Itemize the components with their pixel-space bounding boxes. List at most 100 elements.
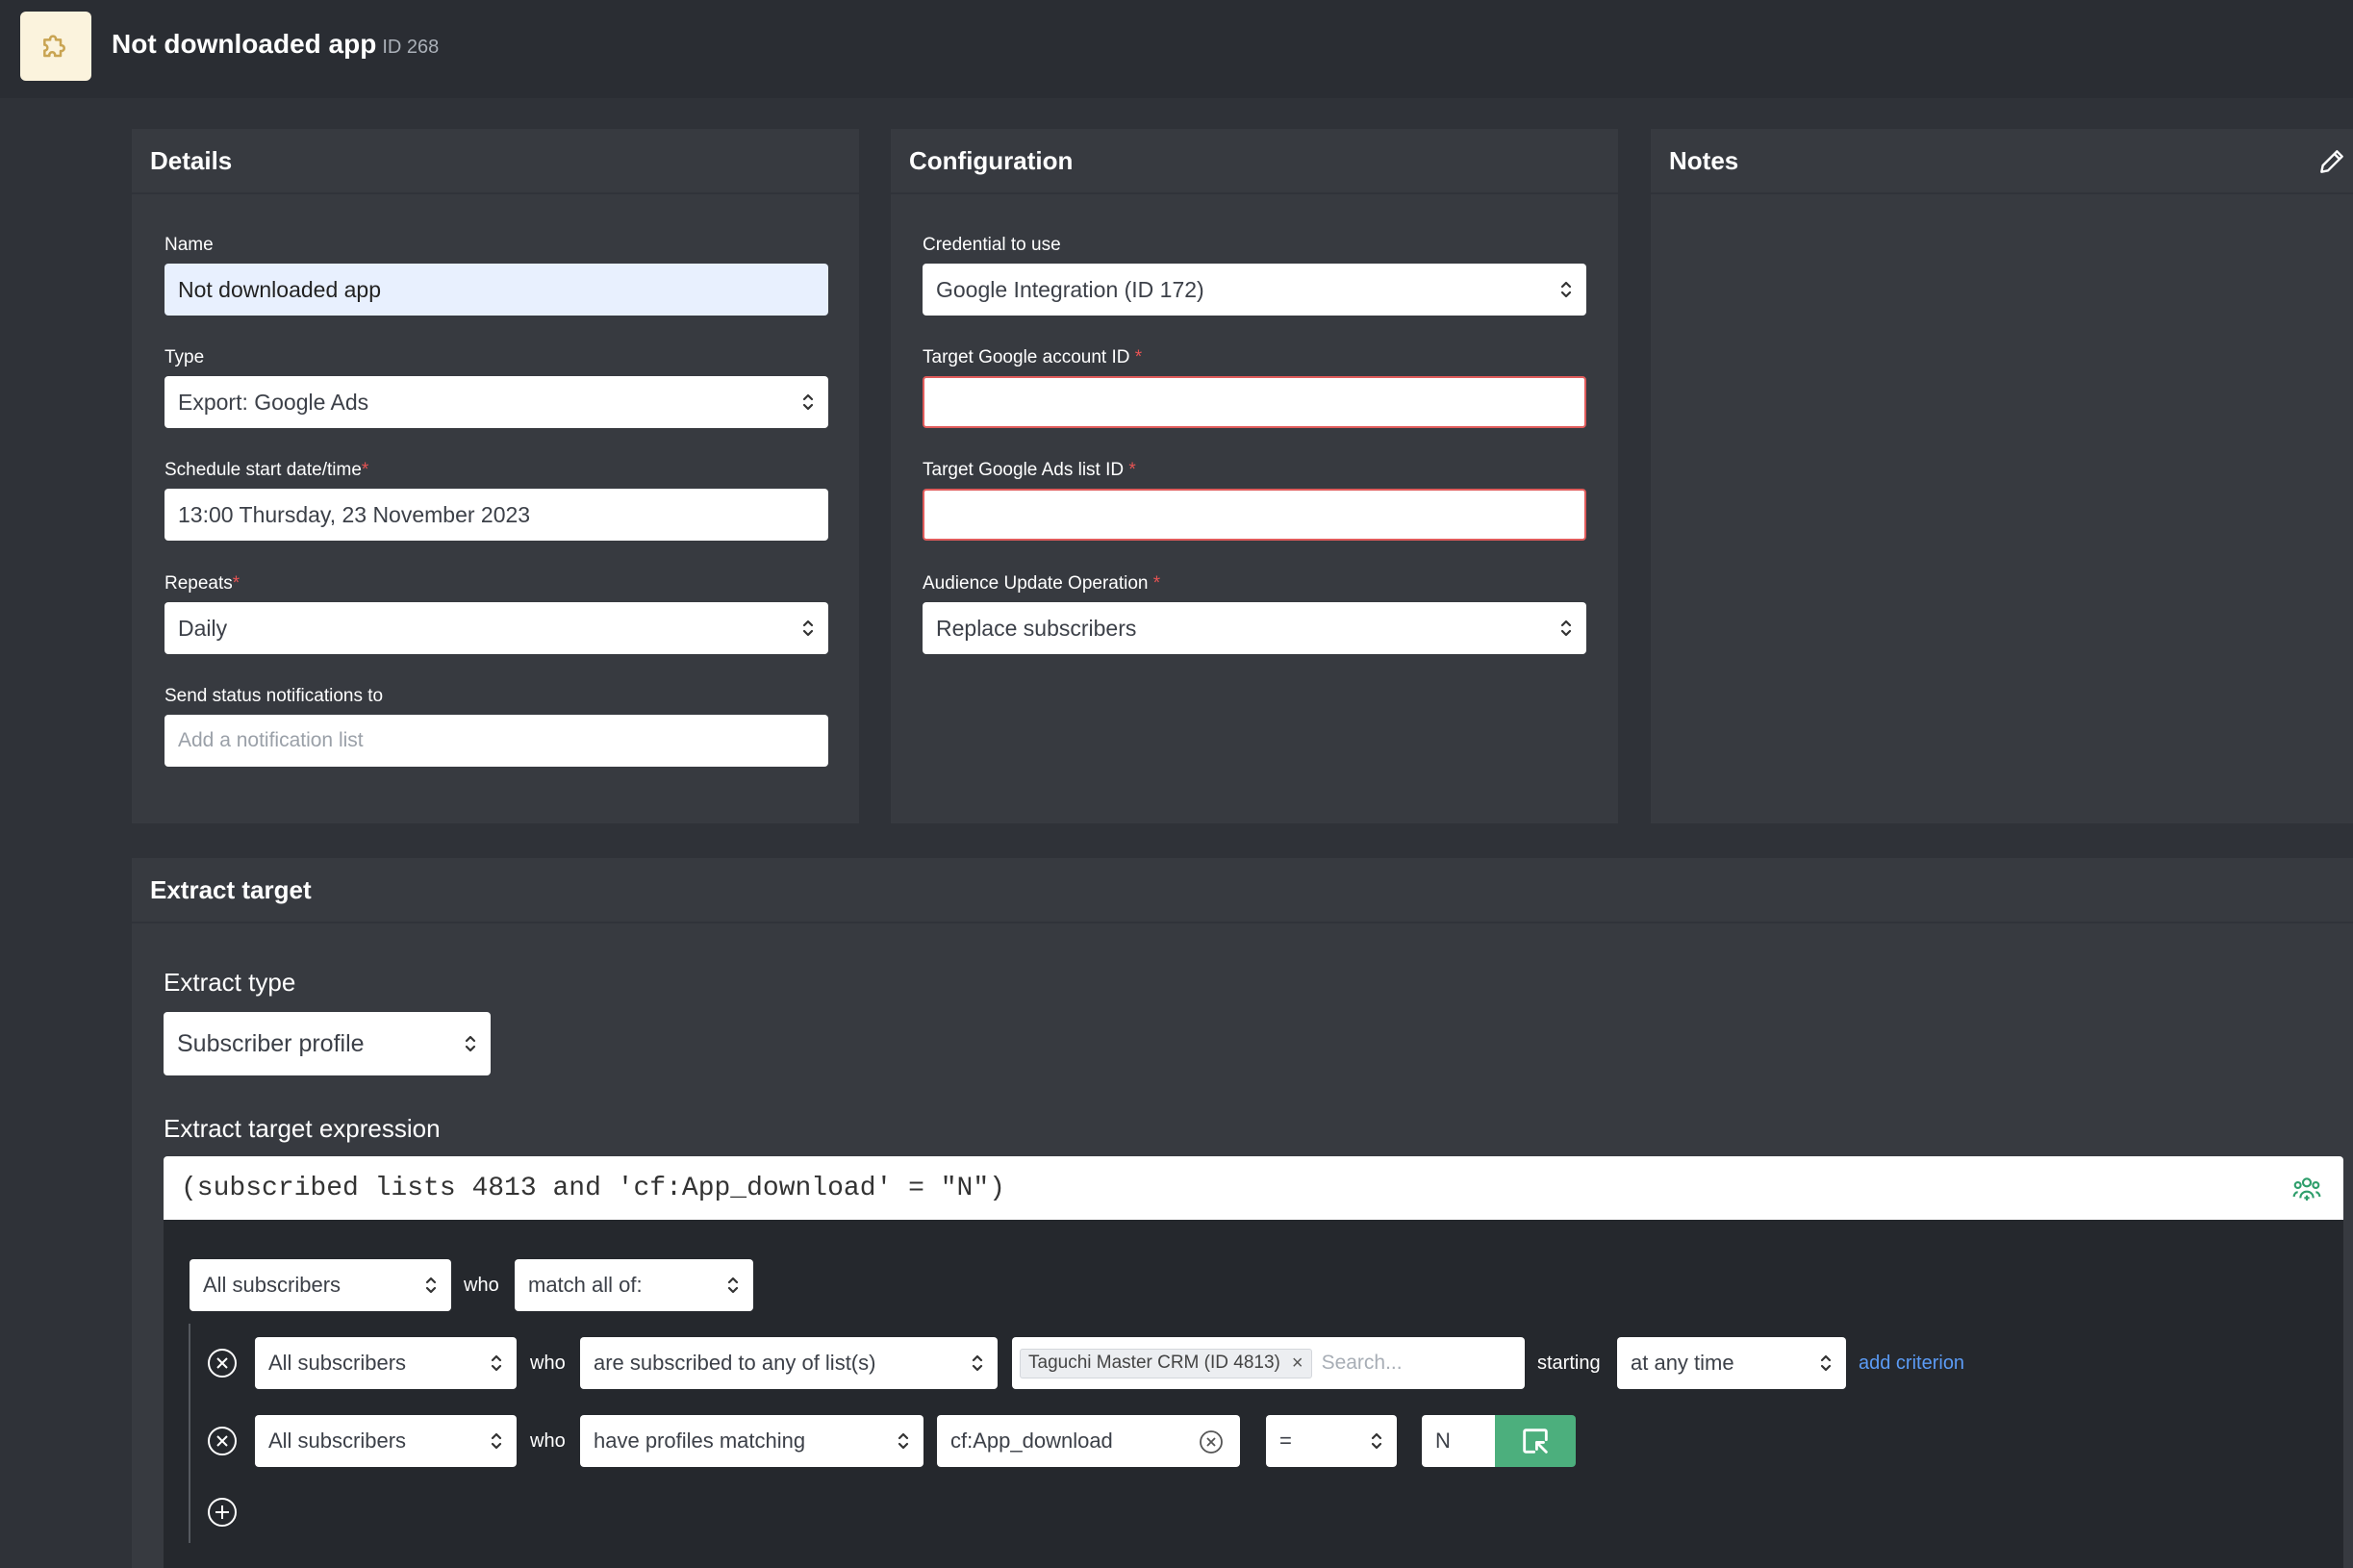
credential-select[interactable]: Google Integration (ID 172) (923, 264, 1586, 316)
operation-label-text: Audience Update Operation (923, 573, 1149, 594)
starting-label: starting (1537, 1353, 1601, 1374)
notes-title: Notes (1651, 129, 2353, 194)
schedule-label-text: Schedule start date/time (164, 460, 362, 480)
expression-builder (164, 1220, 2343, 1568)
required-asterisk: * (361, 460, 369, 480)
remove-criterion-icon[interactable] (206, 1347, 239, 1379)
name-input[interactable]: Not downloaded app (164, 264, 828, 316)
chevron-updown-icon (425, 1277, 437, 1294)
page-title: Not downloaded app ID 268 (112, 29, 439, 60)
chevron-updown-icon (491, 1432, 502, 1450)
add-criterion-link[interactable]: add criterion (1859, 1353, 1964, 1375)
list-search-placeholder: Search... (1321, 1352, 1403, 1374)
remove-tag-icon[interactable]: × (1292, 1353, 1303, 1375)
notify-input[interactable]: Add a notification list (164, 715, 828, 767)
credential-label: Credential to use (923, 235, 1061, 255)
add-criterion-icon[interactable] (206, 1496, 239, 1529)
expression-label: Extract target expression (164, 1114, 441, 1143)
chevron-updown-icon (1560, 281, 1572, 298)
account-id-label: Target Google account ID * (923, 347, 1142, 368)
required-asterisk: * (1152, 573, 1161, 594)
top-bar: Not downloaded app ID 268 (0, 0, 2353, 98)
list-id-label-text: Target Google Ads list ID (923, 460, 1125, 480)
root-match-select[interactable]: match all of: (515, 1259, 753, 1311)
root-scope-value: All subscribers (203, 1273, 342, 1297)
who-label: who (530, 1353, 566, 1374)
list-id-label: Target Google Ads list ID * (923, 460, 1136, 481)
chevron-updown-icon (802, 620, 814, 637)
criterion-1-condition-select[interactable]: are subscribed to any of list(s) (580, 1337, 998, 1389)
remove-criterion-icon[interactable] (206, 1425, 239, 1457)
compare-value-text: N (1435, 1429, 1451, 1453)
details-panel: Details Name Not downloaded app Type Exp… (132, 129, 859, 823)
extract-type-select[interactable]: Subscriber profile (164, 1012, 491, 1075)
compare-value-input[interactable]: N (1422, 1415, 1499, 1467)
chevron-updown-icon (465, 1035, 476, 1052)
type-select[interactable]: Export: Google Ads (164, 376, 828, 428)
credential-select-value: Google Integration (ID 172) (936, 276, 1204, 302)
add-group-icon[interactable] (2291, 1174, 2322, 1204)
root-match-value: match all of: (528, 1273, 643, 1297)
chevron-updown-icon (491, 1354, 502, 1372)
criterion-1-scope-value: All subscribers (268, 1351, 407, 1375)
chevron-updown-icon (727, 1277, 739, 1294)
extract-type-label: Extract type (164, 968, 296, 997)
pick-value-button[interactable] (1495, 1415, 1576, 1467)
operation-select-value: Replace subscribers (936, 615, 1137, 641)
configuration-panel: Configuration Credential to use Google I… (891, 129, 1618, 823)
root-scope-select[interactable]: All subscribers (190, 1259, 451, 1311)
chevron-updown-icon (1371, 1432, 1382, 1450)
details-title: Details (132, 129, 859, 194)
chevron-updown-icon (802, 393, 814, 411)
extract-type-select-value: Subscriber profile (177, 1029, 365, 1057)
pencil-icon[interactable] (2316, 146, 2347, 177)
schedule-label: Schedule start date/time* (164, 460, 368, 481)
repeats-label-text: Repeats (164, 573, 233, 594)
schedule-input-value: 13:00 Thursday, 23 November 2023 (178, 501, 531, 527)
criterion-1-time-select[interactable]: at any time (1617, 1337, 1846, 1389)
puzzle-icon (20, 12, 91, 81)
criteria-group-line (189, 1324, 190, 1543)
record-id: ID 268 (382, 37, 440, 58)
chevron-updown-icon (898, 1432, 909, 1450)
name-input-value: Not downloaded app (178, 276, 381, 302)
who-label: who (530, 1430, 566, 1452)
expression-input[interactable]: (subscribed lists 4813 and 'cf:App_downl… (164, 1156, 2343, 1220)
account-id-label-text: Target Google account ID (923, 347, 1130, 367)
list-picker[interactable]: Taguchi Master CRM (ID 4813) × Search... (1012, 1337, 1525, 1389)
list-id-input[interactable] (923, 489, 1586, 541)
notify-input-placeholder: Add a notification list (178, 729, 364, 751)
extract-target-title: Extract target (132, 858, 2353, 923)
repeats-select[interactable]: Daily (164, 602, 828, 654)
criterion-2-scope-value: All subscribers (268, 1429, 407, 1453)
repeats-select-value: Daily (178, 615, 228, 641)
criterion-2-condition-select[interactable]: have profiles matching (580, 1415, 923, 1467)
list-tag: Taguchi Master CRM (ID 4813) × (1020, 1348, 1312, 1378)
clear-field-icon[interactable] (1198, 1429, 1225, 1455)
type-select-value: Export: Google Ads (178, 389, 369, 415)
list-tag-label: Taguchi Master CRM (ID 4813) (1028, 1353, 1280, 1373)
operator-value: = (1279, 1429, 1292, 1453)
profile-field-input[interactable]: cf:App_download (937, 1415, 1240, 1467)
name-label: Name (164, 235, 214, 255)
criterion-2-condition-value: have profiles matching (594, 1429, 806, 1453)
profile-field-value: cf:App_download (950, 1429, 1113, 1453)
page-title-text: Not downloaded app (112, 29, 377, 59)
criterion-1-scope-select[interactable]: All subscribers (255, 1337, 517, 1389)
criterion-2-scope-select[interactable]: All subscribers (255, 1415, 517, 1467)
select-cursor-icon (1523, 1429, 1548, 1454)
operation-label: Audience Update Operation * (923, 573, 1160, 594)
schedule-input[interactable]: 13:00 Thursday, 23 November 2023 (164, 489, 828, 541)
operator-select[interactable]: = (1266, 1415, 1397, 1467)
required-asterisk: * (1134, 347, 1143, 367)
required-asterisk: * (1128, 460, 1136, 480)
criterion-1-time-value: at any time (1631, 1351, 1734, 1375)
operation-select[interactable]: Replace subscribers (923, 602, 1586, 654)
type-label: Type (164, 347, 205, 367)
chevron-updown-icon (1560, 620, 1572, 637)
notify-label: Send status notifications to (164, 686, 384, 706)
account-id-input[interactable] (923, 376, 1586, 428)
notes-panel: Notes (1651, 129, 2353, 823)
expression-value: (subscribed lists 4813 and 'cf:App_downl… (181, 1173, 1005, 1203)
repeats-label: Repeats* (164, 573, 240, 594)
